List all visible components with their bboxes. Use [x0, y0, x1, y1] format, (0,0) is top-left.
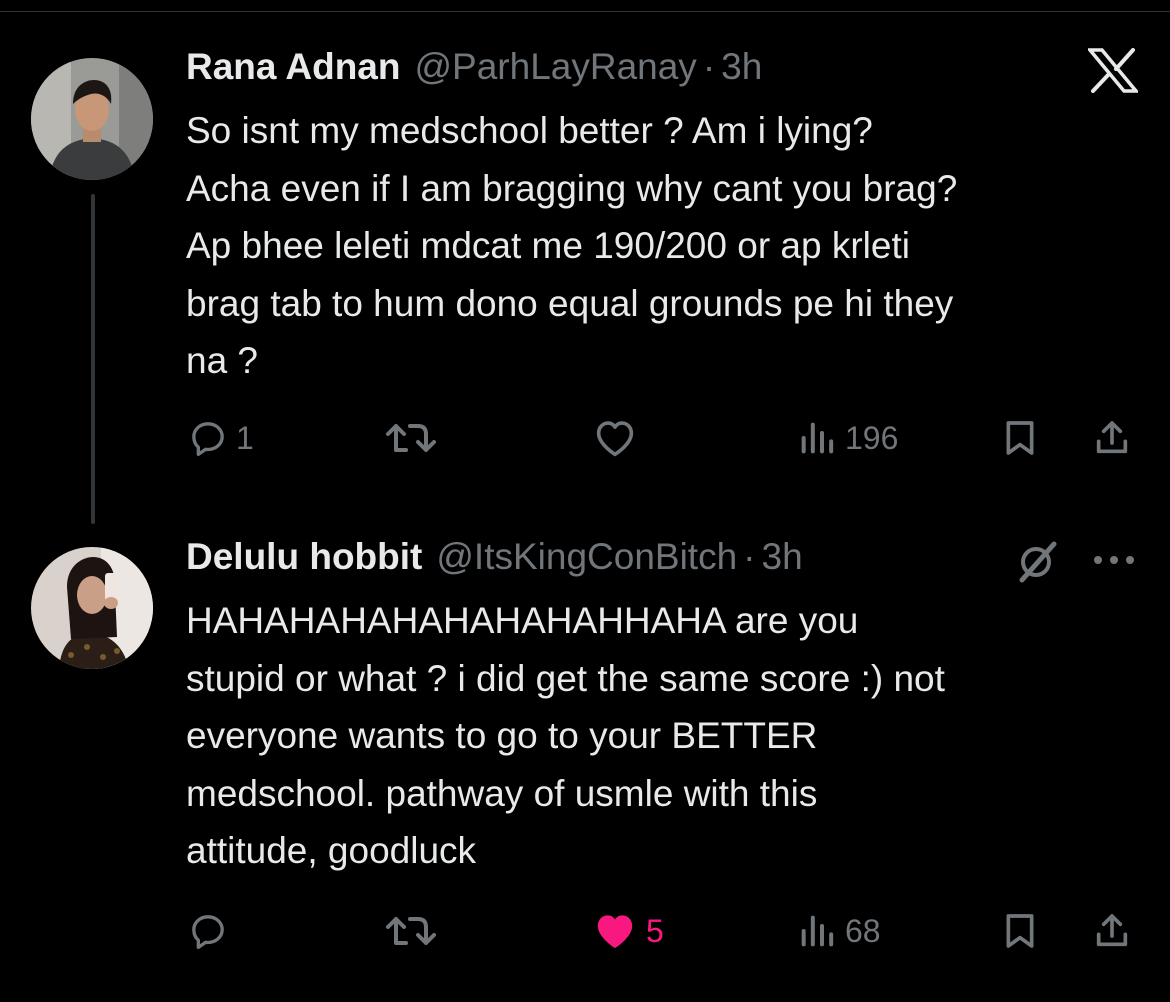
retweet-button[interactable]: [384, 906, 448, 956]
tweet-header: Rana Adnan @ParhLayRanay · 3h: [186, 46, 762, 88]
bookmark-icon: [1006, 914, 1034, 948]
separator-dot: ·: [702, 46, 716, 87]
tweet-text: HAHAHAHAHAHAHAHAHHAHA are you stupid or …: [186, 600, 945, 871]
views-icon: [801, 422, 834, 454]
heart-filled-icon: [597, 915, 633, 949]
like-button[interactable]: 5: [592, 906, 664, 956]
share-icon: [1096, 421, 1128, 454]
views-button[interactable]: 196: [797, 413, 898, 463]
views-icon: [801, 915, 834, 947]
retweet-button[interactable]: [384, 413, 448, 463]
tweet-actions: 5 68: [0, 906, 1170, 956]
author-name[interactable]: Delulu hobbit: [186, 536, 422, 578]
timestamp[interactable]: 3h: [762, 536, 803, 578]
like-count: 5: [646, 912, 664, 949]
share-button[interactable]: [1092, 906, 1132, 956]
avatar-image: [31, 547, 153, 669]
like-button[interactable]: [593, 413, 645, 463]
top-divider: [0, 11, 1170, 12]
tweet-actions: 1 196: [0, 413, 1170, 463]
reply-count: 1: [236, 419, 254, 456]
share-button[interactable]: [1092, 413, 1132, 463]
reply-button[interactable]: [188, 906, 236, 956]
bookmark-button[interactable]: [1000, 906, 1040, 956]
retweet-icon: [386, 917, 436, 945]
heart-icon: [596, 421, 634, 457]
bookmark-icon: [1006, 421, 1034, 455]
reply-button[interactable]: 1: [188, 413, 254, 463]
more-icon[interactable]: [1090, 552, 1138, 573]
share-icon: [1096, 914, 1128, 947]
views-count: 68: [845, 912, 881, 949]
grok-icon[interactable]: [1014, 540, 1060, 589]
avatar[interactable]: [31, 547, 153, 669]
bookmark-button[interactable]: [1000, 413, 1040, 463]
tweet-header: Delulu hobbit @ItsKingConBitch · 3h: [186, 536, 803, 578]
author-handle[interactable]: @ParhLayRanay: [414, 46, 696, 88]
reply-icon: [192, 422, 224, 456]
avatar[interactable]: [31, 58, 153, 180]
views-count: 196: [845, 419, 899, 456]
avatar-image: [31, 58, 153, 180]
thread-connector-line: [91, 194, 95, 524]
author-name[interactable]: Rana Adnan: [186, 46, 400, 88]
retweet-icon: [386, 424, 436, 452]
timestamp[interactable]: 3h: [721, 46, 762, 88]
tweet-text: So isnt my medschool better ? Am i lying…: [186, 110, 958, 381]
x-logo-icon: [1086, 48, 1140, 98]
reply-icon: [192, 915, 224, 949]
views-button[interactable]: 68: [797, 906, 881, 956]
author-handle[interactable]: @ItsKingConBitch: [436, 536, 737, 578]
separator-dot: ·: [743, 536, 756, 577]
